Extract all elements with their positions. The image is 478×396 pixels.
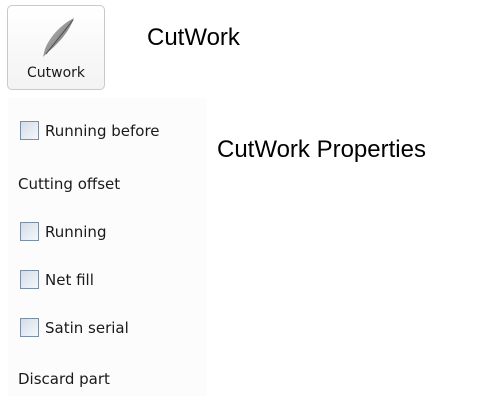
satin-serial-row[interactable]: Satin serial — [20, 318, 129, 337]
quill-icon — [43, 18, 74, 57]
running-before-checkbox[interactable] — [20, 121, 39, 140]
discard-part-label: Discard part — [18, 370, 110, 388]
net-fill-checkbox[interactable] — [20, 270, 39, 289]
cutwork-button-label: Cutwork — [26, 65, 86, 81]
cutting-offset-label: Cutting offset — [18, 175, 121, 193]
running-before-label: Running before — [45, 121, 160, 140]
running-row[interactable]: Running — [20, 222, 106, 241]
running-before-row[interactable]: Running before — [20, 121, 160, 140]
satin-serial-label: Satin serial — [45, 318, 129, 337]
cutwork-properties-panel: Running before Cutting offset Running Ne… — [8, 98, 207, 396]
running-label: Running — [45, 222, 107, 241]
net-fill-row[interactable]: Net fill — [20, 270, 94, 289]
net-fill-label: Net fill — [45, 270, 94, 289]
satin-serial-checkbox[interactable] — [20, 318, 39, 337]
panel-title: CutWork Properties — [217, 136, 426, 163]
cutwork-button[interactable]: Cutwork — [7, 5, 105, 90]
discard-part-item[interactable]: Discard part — [18, 370, 110, 388]
tool-title: CutWork — [147, 24, 240, 51]
cutting-offset-item[interactable]: Cutting offset — [18, 175, 120, 193]
running-checkbox[interactable] — [20, 222, 39, 241]
